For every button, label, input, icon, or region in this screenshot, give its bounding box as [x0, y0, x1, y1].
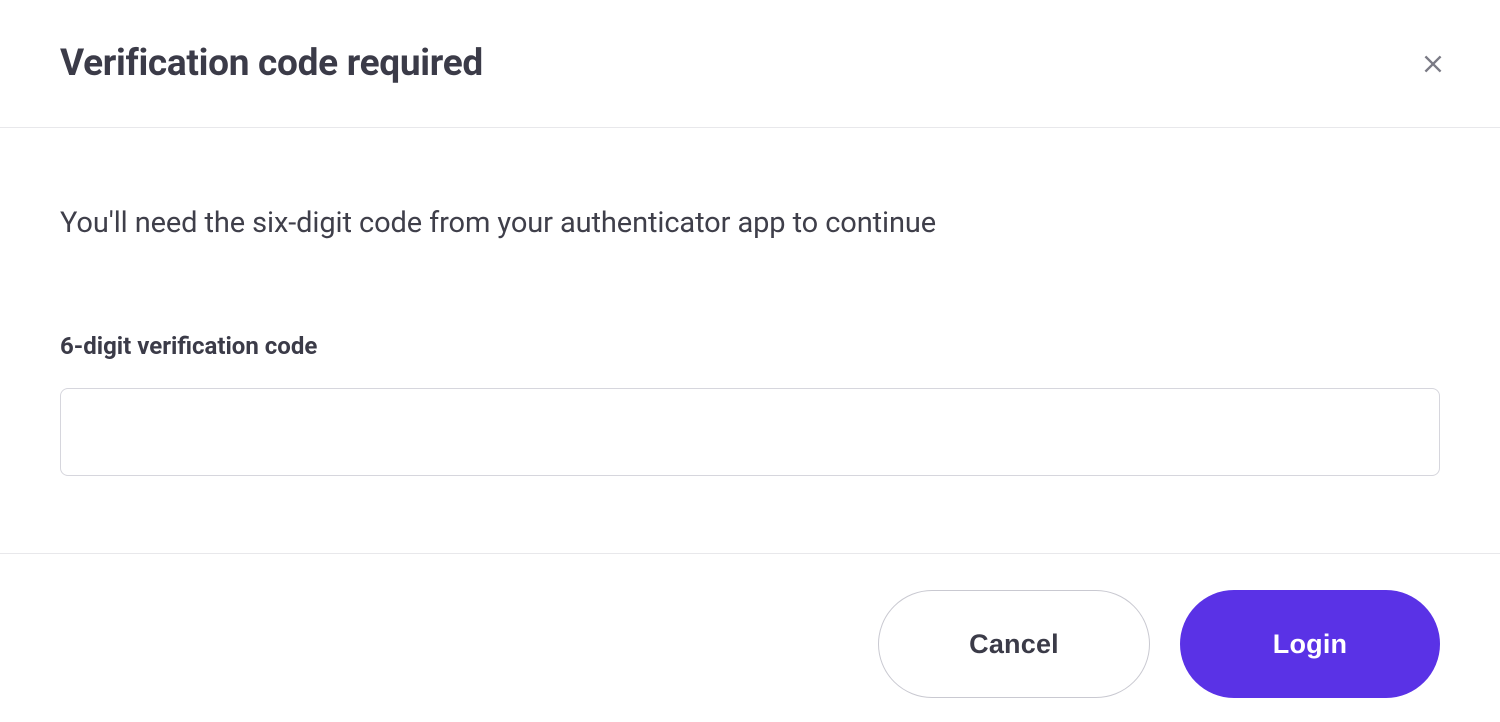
modal-header: Verification code required: [0, 0, 1500, 128]
close-icon: [1420, 51, 1446, 77]
modal-footer: Cancel Login: [0, 554, 1500, 722]
instructions-text: You'll need the six-digit code from your…: [60, 206, 1440, 240]
code-field-label: 6-digit verification code: [60, 332, 1440, 360]
close-button[interactable]: [1414, 45, 1452, 83]
cancel-button[interactable]: Cancel: [878, 590, 1150, 698]
modal-body: You'll need the six-digit code from your…: [0, 128, 1500, 554]
verification-modal: Verification code required You'll need t…: [0, 0, 1500, 722]
login-button[interactable]: Login: [1180, 590, 1440, 698]
modal-title: Verification code required: [60, 42, 483, 85]
verification-code-input[interactable]: [60, 388, 1440, 476]
